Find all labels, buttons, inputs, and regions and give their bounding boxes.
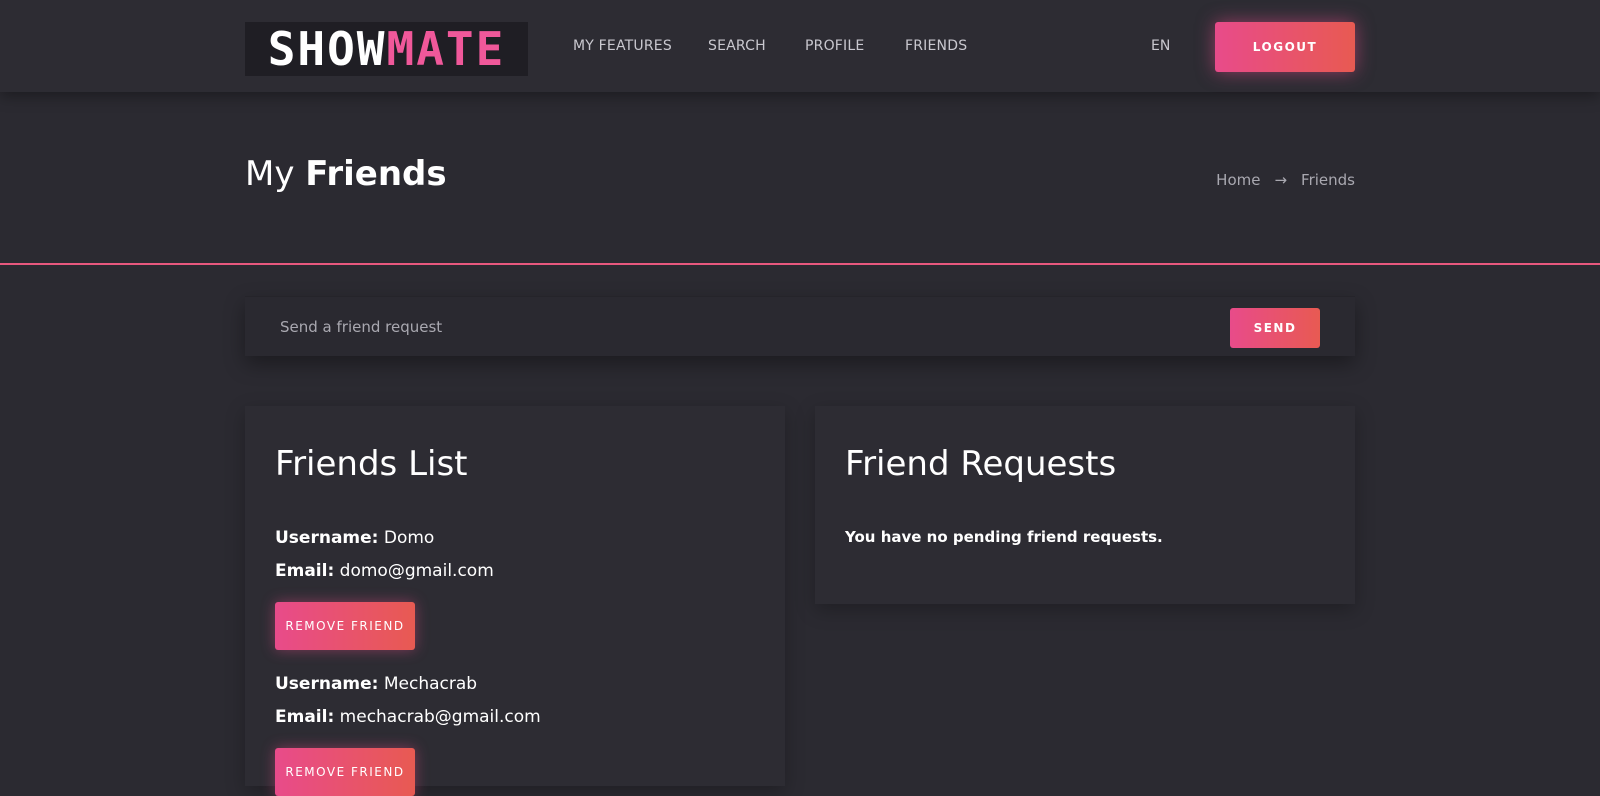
friend-username: Mechacrab [383,674,478,694]
friend-requests-card: Friend Requests You have no pending frie… [815,406,1355,604]
remove-friend-button[interactable]: REMOVE FRIEND [275,602,415,650]
friend-email: mechacrab@gmail.com [339,707,541,727]
page-title-bold: Friends [305,154,447,194]
friend-email-line: Email: mechacrab@gmail.com [275,707,541,727]
email-label: Email: [275,561,335,581]
page-title-light: My [245,154,295,194]
breadcrumb-home[interactable]: Home [1216,171,1260,189]
friend-email: domo@gmail.com [339,561,494,581]
nav-link-my-features[interactable]: MY FEATURES [573,38,672,54]
logo-text-show: SHOW [267,22,387,76]
top-navbar: SHOW MATE MY FEATURES SEARCH PROFILE FRIE… [0,0,1600,92]
friend-request-bar: SEND [245,296,1355,356]
friends-list-card: Friends List Username: Domo Email: domo@… [245,406,785,796]
remove-friend-button[interactable]: REMOVE FRIEND [275,748,415,796]
nav-link-search[interactable]: SEARCH [708,38,766,54]
page-header: My Friends Home → Friends [0,92,1600,265]
logout-button[interactable]: LOGOUT [1215,22,1355,72]
send-request-button[interactable]: SEND [1230,308,1320,348]
friend-email-line: Email: domo@gmail.com [275,561,494,581]
friend-username-line: Username: Domo [275,528,434,548]
page-title: My Friends [245,154,447,194]
breadcrumb-arrow-icon: → [1274,171,1288,189]
friend-request-input[interactable] [280,312,1160,342]
breadcrumb-current: Friends [1301,171,1355,189]
friend-requests-title: Friend Requests [845,444,1117,484]
username-label: Username: [275,674,379,694]
friends-list-title: Friends List [275,444,468,484]
showmate-logo[interactable]: SHOW MATE [245,22,528,76]
email-label: Email: [275,707,335,727]
friend-username: Domo [383,528,435,548]
username-label: Username: [275,528,379,548]
breadcrumb: Home → Friends [1216,171,1355,189]
friend-username-line: Username: Mechacrab [275,674,477,694]
nav-link-friends[interactable]: FRIENDS [905,38,967,54]
logo-text-mate: MATE [386,22,506,76]
no-requests-message: You have no pending friend requests. [845,528,1163,546]
language-selector[interactable]: EN [1151,38,1170,54]
nav-link-profile[interactable]: PROFILE [805,38,864,54]
